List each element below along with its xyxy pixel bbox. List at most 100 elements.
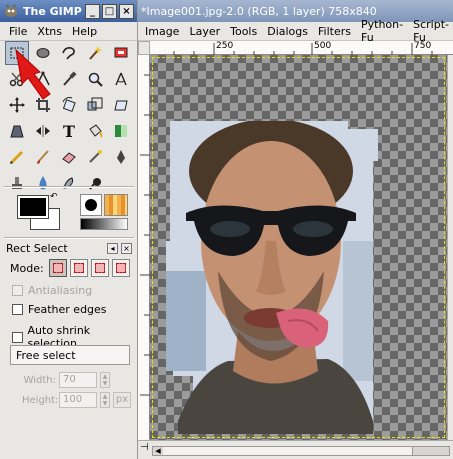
ruler-corner[interactable] xyxy=(138,41,150,55)
paintbrush-tool-button[interactable] xyxy=(31,145,55,169)
menu-xtns[interactable]: Xtns xyxy=(32,25,67,38)
paintbrush-tool-icon xyxy=(37,150,49,164)
height-spinner[interactable]: ▲ ▼ xyxy=(100,392,110,408)
menu-tools[interactable]: Tools xyxy=(225,25,262,38)
scissors-tool-button[interactable] xyxy=(5,67,29,91)
maximize-button[interactable]: □ xyxy=(102,3,117,19)
menu-help[interactable]: Help xyxy=(67,25,102,38)
magnify-tool-icon xyxy=(88,72,103,87)
select-by-color-tool-button[interactable] xyxy=(109,41,133,65)
divider xyxy=(4,237,134,239)
height-input[interactable]: 100 xyxy=(59,392,97,408)
minimize-button[interactable]: _ xyxy=(85,3,100,19)
close-dock-icon[interactable]: × xyxy=(121,242,132,254)
text-tool-icon: T xyxy=(63,122,75,140)
screen: The GIMP _ □ × File Xtns Help T ↶ Rect S… xyxy=(0,0,453,459)
select-mode-dropdown[interactable]: Free select xyxy=(10,345,130,365)
ellipse-select-tool-button[interactable] xyxy=(31,41,55,65)
menu-layer[interactable]: Layer xyxy=(184,25,225,38)
perspective-tool-button[interactable] xyxy=(5,119,29,143)
gimp-logo-icon xyxy=(5,4,17,17)
color-picker-tool-button[interactable] xyxy=(57,67,81,91)
magnify-tool-button[interactable] xyxy=(83,67,107,91)
vertical-scrollbar[interactable] xyxy=(447,55,453,440)
image-window: *Image001.jpg-2.0 (RGB, 1 layer) 758x840… xyxy=(138,0,453,459)
eraser-tool-button[interactable] xyxy=(57,145,81,169)
toolbox-titlebar[interactable]: The GIMP _ □ × xyxy=(0,0,137,22)
mode-add-button[interactable] xyxy=(69,259,88,277)
scrollbar-thumb[interactable] xyxy=(163,447,413,455)
blend-tool-button[interactable] xyxy=(109,119,133,143)
ruler-ticks xyxy=(140,74,150,396)
image-statusbar: ⊣ ◀ xyxy=(138,440,453,459)
width-row: Width: 70 ▲ ▼ xyxy=(22,372,110,388)
navigate-icon[interactable]: ⊣ xyxy=(140,443,150,455)
menu-image[interactable]: Image xyxy=(140,25,184,38)
ellipse-select-tool-icon xyxy=(36,48,50,58)
flip-tool-button[interactable] xyxy=(31,119,55,143)
rotate-tool-icon xyxy=(62,97,76,113)
width-spinner[interactable]: ▲ ▼ xyxy=(100,372,110,388)
scroll-left-icon[interactable]: ◀ xyxy=(153,447,163,455)
mode-subtract-button[interactable] xyxy=(90,259,109,277)
toolbox-title: The GIMP xyxy=(23,4,82,18)
move-tool-button[interactable] xyxy=(5,93,29,117)
antialiasing-checkbox[interactable] xyxy=(12,285,23,296)
move-tool-icon xyxy=(9,97,25,113)
pattern-preview[interactable] xyxy=(104,194,128,216)
free-select-tool-button[interactable] xyxy=(57,41,81,65)
mode-label: Mode: xyxy=(10,261,44,275)
horizontal-scrollbar[interactable]: ◀ xyxy=(152,446,450,456)
svg-text:T: T xyxy=(63,122,75,140)
shear-tool-button[interactable] xyxy=(109,93,133,117)
color-picker-tool-icon xyxy=(63,71,77,86)
measure-tool-button[interactable] xyxy=(109,67,133,91)
menu-file[interactable]: File xyxy=(4,25,32,38)
ink-tool-button[interactable] xyxy=(109,145,133,169)
pencil-tool-icon xyxy=(9,150,24,165)
close-button[interactable]: × xyxy=(119,3,134,19)
feather-edges-checkbox-row: Feather edges xyxy=(12,303,107,316)
unit-dropdown[interactable]: px xyxy=(113,392,131,408)
select-by-color-tool-icon xyxy=(114,47,128,58)
ink-tool-icon xyxy=(117,150,125,164)
mode-intersect-button[interactable] xyxy=(111,259,130,277)
toolbox-menubar: File Xtns Help xyxy=(0,22,137,41)
ruler-label: 750 xyxy=(414,41,432,51)
tab-menu-icon[interactable]: ◂ xyxy=(107,242,118,254)
foreground-color-swatch-top[interactable] xyxy=(17,195,49,219)
rect-select-tool-button[interactable] xyxy=(5,41,29,65)
fuzzy-select-tool-button[interactable] xyxy=(83,41,107,65)
crop-tool-button[interactable] xyxy=(31,93,55,117)
brush-preview[interactable] xyxy=(80,194,102,216)
measure-tool-icon xyxy=(115,72,127,86)
width-input[interactable]: 70 xyxy=(59,372,97,388)
flip-tool-icon xyxy=(36,125,50,137)
bucket-fill-tool-button[interactable] xyxy=(83,119,107,143)
eraser-tool-icon xyxy=(62,152,76,164)
feather-edges-checkbox[interactable] xyxy=(12,304,23,315)
face-photo-image xyxy=(166,121,378,434)
paths-tool-icon xyxy=(36,71,50,86)
tool-options-title: Rect Select xyxy=(6,241,68,255)
gradient-preview[interactable] xyxy=(80,218,128,230)
auto-shrink-checkbox[interactable] xyxy=(12,331,23,343)
menu-dialogs[interactable]: Dialogs xyxy=(262,25,313,38)
mode-replace-button[interactable] xyxy=(48,259,67,277)
rotate-tool-button[interactable] xyxy=(57,93,81,117)
pencil-tool-button[interactable] xyxy=(5,145,29,169)
horizontal-ruler[interactable]: 250 500 750 xyxy=(150,41,453,55)
rect-select-tool-icon xyxy=(10,47,24,59)
airbrush-tool-icon xyxy=(89,150,102,163)
vertical-ruler[interactable] xyxy=(138,55,150,440)
color-area: ↶ xyxy=(6,190,134,234)
paths-tool-button[interactable] xyxy=(31,67,55,91)
ruler-label: 250 xyxy=(216,41,234,51)
image-canvas[interactable] xyxy=(150,55,447,440)
image-title: *Image001.jpg-2.0 (RGB, 1 layer) 758x840 xyxy=(141,4,377,18)
scale-tool-button[interactable] xyxy=(83,93,107,117)
airbrush-tool-button[interactable] xyxy=(83,145,107,169)
swap-colors-icon[interactable]: ↶ xyxy=(50,192,58,202)
menu-filters[interactable]: Filters xyxy=(313,25,356,38)
text-tool-button[interactable]: T xyxy=(57,119,81,143)
